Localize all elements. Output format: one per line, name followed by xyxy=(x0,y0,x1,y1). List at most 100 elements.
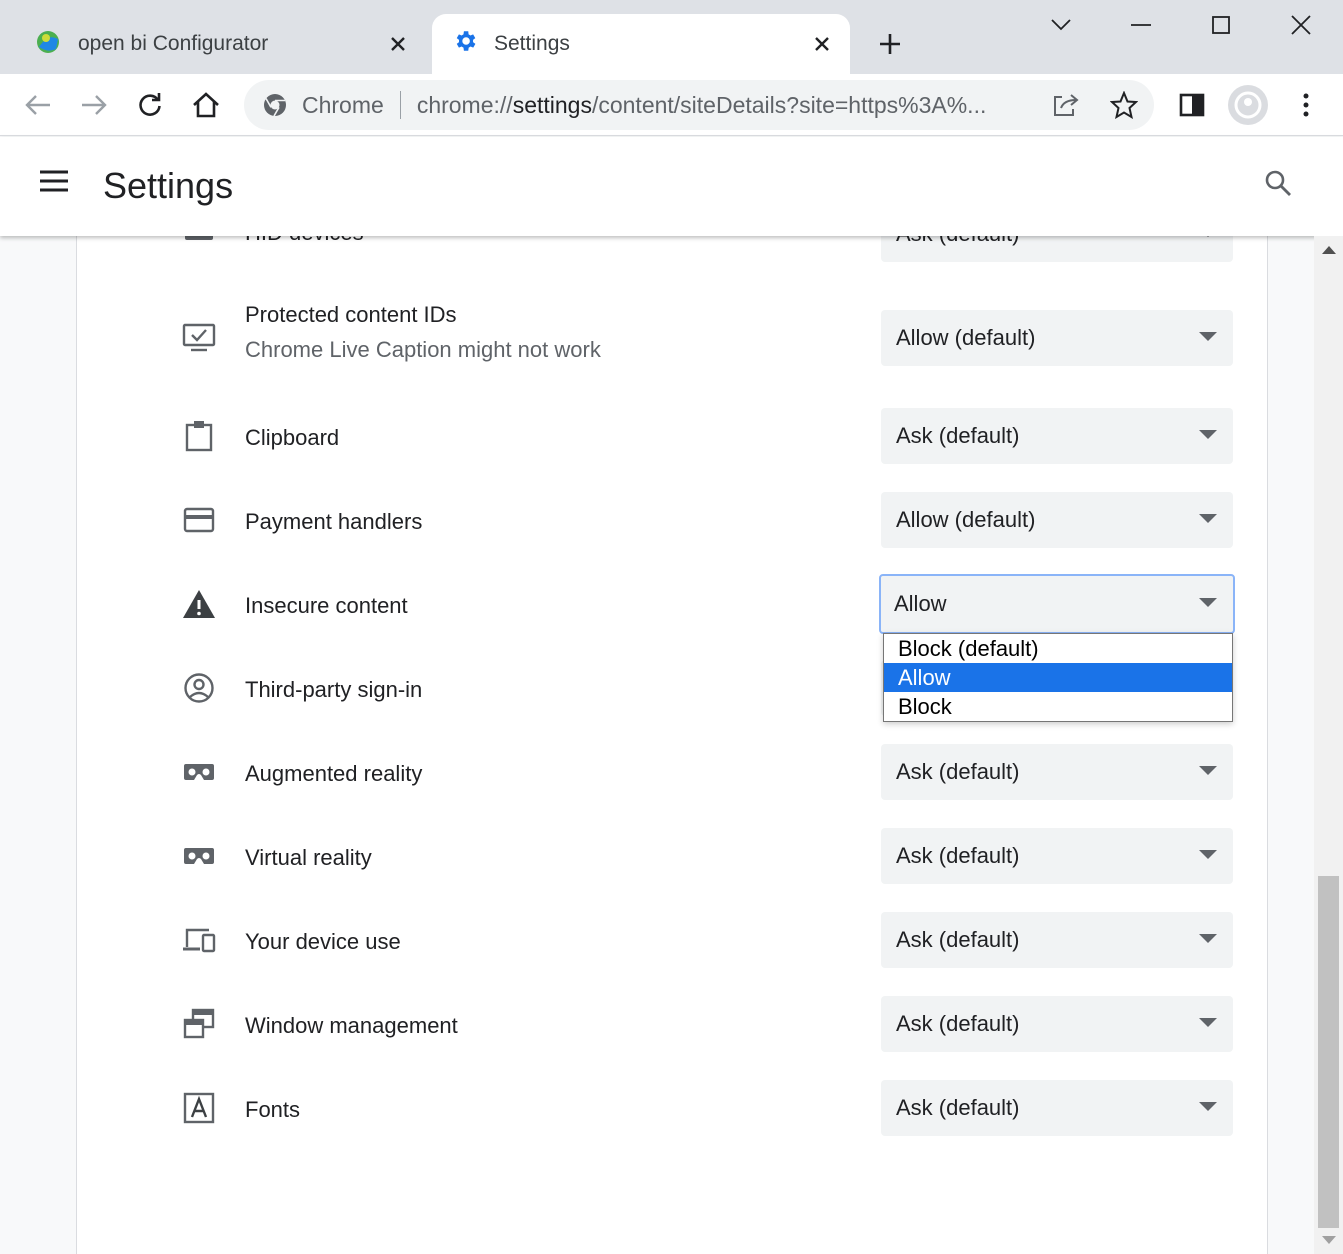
tab-search-button[interactable] xyxy=(1026,0,1096,50)
dropdown-caret-icon xyxy=(1199,850,1217,859)
permission-select-protected-content[interactable]: Allow (default) xyxy=(881,310,1233,366)
permission-label: Third-party sign-in xyxy=(245,677,423,702)
search-icon[interactable] xyxy=(1264,169,1304,209)
account-circle-icon xyxy=(179,668,219,708)
option-allow[interactable]: Allow xyxy=(884,663,1232,692)
permission-label: Virtual reality xyxy=(245,845,372,870)
permission-label: Protected content IDs xyxy=(245,302,457,327)
permission-row-hid-devices: HID devices Ask (default) xyxy=(77,236,1269,274)
dropdown-caret-icon xyxy=(1199,598,1217,607)
permission-select-payment-handlers[interactable]: Allow (default) xyxy=(881,492,1233,548)
permission-row-augmented-reality: Augmented reality Ask (default) xyxy=(77,732,1269,816)
permission-row-payment-handlers: Payment handlers Allow (default) xyxy=(77,480,1269,564)
tab-settings[interactable]: Settings xyxy=(432,14,850,74)
tab-open-bi-configurator[interactable]: open bi Configurator xyxy=(14,14,426,74)
address-bar[interactable]: Chrome chrome://settings/content/siteDet… xyxy=(244,80,1154,130)
close-tab-icon[interactable] xyxy=(380,26,416,62)
site-label: Chrome xyxy=(302,91,384,118)
tab-strip: open bi Configurator Settings xyxy=(0,0,1343,74)
arrow-left-icon xyxy=(25,95,50,115)
home-button[interactable] xyxy=(184,83,228,127)
close-tab-icon[interactable] xyxy=(804,26,840,62)
side-panel-icon xyxy=(1179,93,1205,117)
reload-icon xyxy=(139,93,161,116)
permission-select-augmented-reality[interactable]: Ask (default) xyxy=(881,744,1233,800)
back-button[interactable] xyxy=(16,83,60,127)
side-panel-button[interactable] xyxy=(1170,83,1214,127)
warning-icon xyxy=(179,584,219,624)
permission-label: Augmented reality xyxy=(245,761,423,786)
close-window-button[interactable] xyxy=(1266,0,1336,50)
profile-avatar[interactable] xyxy=(1228,85,1268,125)
permission-label: Clipboard xyxy=(245,425,340,450)
gear-icon xyxy=(452,28,478,60)
tab-title: open bi Configurator xyxy=(78,32,269,55)
scroll-down-arrow-icon[interactable] xyxy=(1322,1236,1336,1244)
close-icon xyxy=(1291,15,1311,35)
permission-select-hid-devices[interactable]: Ask (default) xyxy=(881,236,1233,262)
devices-icon xyxy=(179,920,219,960)
permission-select-virtual-reality[interactable]: Ask (default) xyxy=(881,828,1233,884)
permission-select-window-management[interactable]: Ask (default) xyxy=(881,996,1233,1052)
vr-headset-icon xyxy=(179,836,219,876)
page-title: Settings xyxy=(103,165,234,206)
tab-title: Settings xyxy=(494,32,570,55)
clipboard-icon xyxy=(179,416,219,456)
permission-row-protected-content: Protected content IDs Chrome Live Captio… xyxy=(77,286,1269,386)
permission-row-virtual-reality: Virtual reality Ask (default) xyxy=(77,816,1269,900)
maximize-icon xyxy=(1212,16,1230,34)
permission-select-fonts[interactable]: Ask (default) xyxy=(881,1080,1233,1136)
permission-label: Fonts xyxy=(245,1097,301,1122)
three-dots-vertical-icon xyxy=(1303,93,1309,117)
divider xyxy=(399,91,401,119)
arrow-right-icon xyxy=(82,95,107,115)
scrollbar-thumb[interactable] xyxy=(1318,876,1339,1228)
open-bi-logo-icon xyxy=(34,27,62,61)
permission-label: Window management xyxy=(245,1013,458,1038)
dropdown-caret-icon xyxy=(1199,1018,1217,1027)
permission-sublabel: Chrome Live Caption might not work xyxy=(245,337,601,362)
home-icon xyxy=(193,92,219,118)
page-scrollbar[interactable] xyxy=(1314,236,1343,1254)
permission-select-device-use[interactable]: Ask (default) xyxy=(881,912,1233,968)
reload-button[interactable] xyxy=(128,83,172,127)
dropdown-caret-icon xyxy=(1199,514,1217,523)
permission-label: Payment handlers xyxy=(245,509,423,534)
maximize-button[interactable] xyxy=(1186,0,1256,50)
dropdown-caret-icon xyxy=(1199,236,1217,237)
option-block[interactable]: Block xyxy=(884,692,1232,721)
permission-row-fonts: Fonts Ask (default) xyxy=(77,1068,1269,1152)
dropdown-caret-icon xyxy=(1199,934,1217,943)
permission-select-insecure-content[interactable]: Allow xyxy=(879,574,1235,634)
permission-label: Insecure content xyxy=(245,593,408,618)
settings-header: Settings xyxy=(0,137,1343,236)
insecure-content-options-list: Block (default) Allow Block xyxy=(883,633,1233,722)
browser-toolbar: Chrome chrome://settings/content/siteDet… xyxy=(0,74,1343,136)
permission-row-clipboard: Clipboard Ask (default) xyxy=(77,396,1269,480)
permission-label: HID devices xyxy=(245,236,364,246)
url-text[interactable]: chrome://settings/content/siteDetails?si… xyxy=(417,92,1029,119)
permission-select-clipboard[interactable]: Ask (default) xyxy=(881,408,1233,464)
permission-label: Your device use xyxy=(245,929,401,954)
chrome-logo-icon xyxy=(262,92,288,118)
minimize-button[interactable] xyxy=(1106,0,1176,50)
bookmark-star-icon[interactable] xyxy=(1109,90,1139,125)
window-management-icon xyxy=(179,1004,219,1044)
dropdown-caret-icon xyxy=(1199,766,1217,775)
font-icon xyxy=(179,1088,219,1128)
vr-headset-icon xyxy=(179,752,219,792)
dropdown-caret-icon xyxy=(1199,332,1217,341)
option-block-default[interactable]: Block (default) xyxy=(884,634,1232,663)
minimize-icon xyxy=(1131,24,1151,26)
share-icon[interactable] xyxy=(1052,92,1080,124)
profile-icon xyxy=(1234,91,1262,119)
scroll-up-arrow-icon[interactable] xyxy=(1322,246,1336,254)
more-menu-button[interactable] xyxy=(1284,83,1328,127)
permissions-card: HID devices Ask (default) Protected cont… xyxy=(76,236,1268,1254)
permission-row-window-management: Window management Ask (default) xyxy=(77,984,1269,1068)
plus-icon xyxy=(880,34,900,54)
new-tab-button[interactable] xyxy=(870,24,910,64)
hamburger-menu-icon[interactable] xyxy=(38,169,82,205)
forward-button[interactable] xyxy=(72,83,116,127)
protected-content-icon xyxy=(179,318,219,358)
